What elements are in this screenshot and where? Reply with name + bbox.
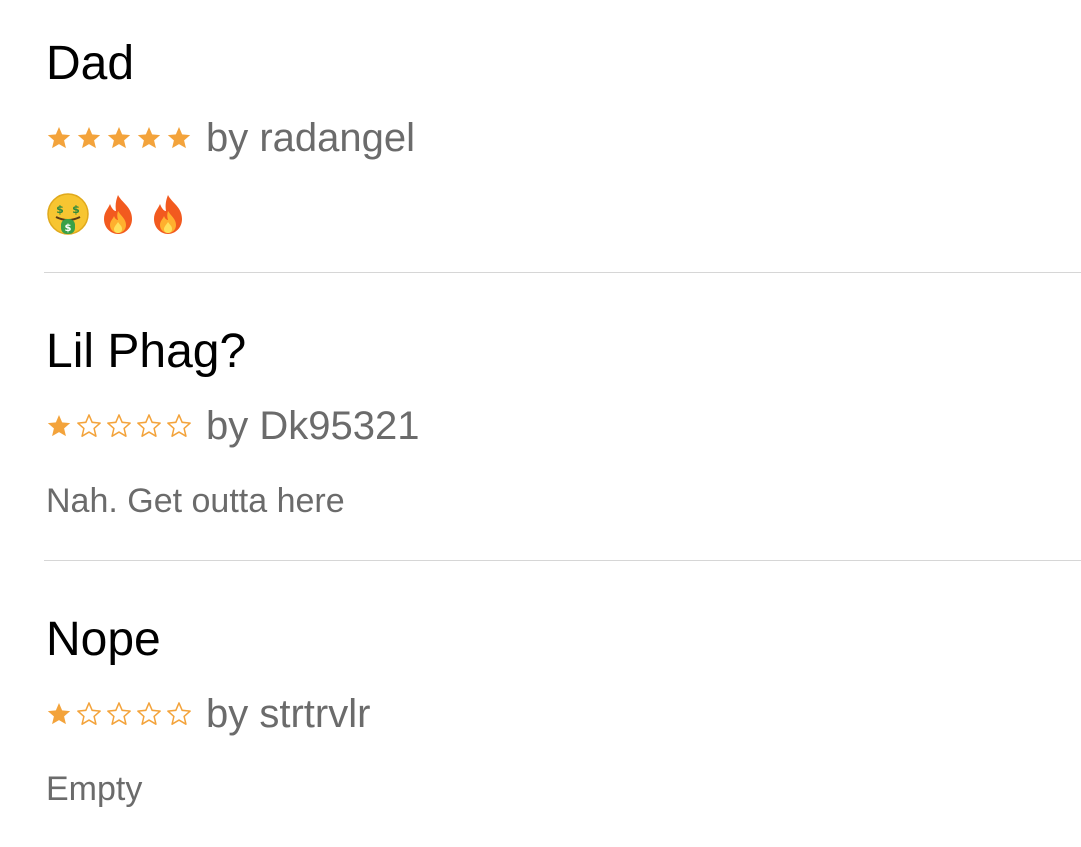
review-body: $ $ $ [46, 192, 196, 236]
star-filled-icon [107, 126, 131, 149]
svg-text:$: $ [65, 223, 72, 234]
review-body: Nah. Get outta here [46, 482, 345, 520]
star-filled-icon [47, 702, 71, 725]
review-rating-row: by radangel [46, 116, 415, 160]
star-empty-icon [107, 414, 131, 437]
review-author: by Dk95321 [206, 404, 420, 448]
star-rating [46, 413, 192, 439]
money-mouth-face-icon: $ $ $ [47, 193, 89, 235]
star-empty-icon [77, 702, 101, 725]
star-rating [46, 125, 192, 151]
fire-icon [104, 195, 132, 234]
review-author: by strtrvlr [206, 692, 371, 736]
star-empty-icon [167, 414, 191, 437]
review-title: Dad [46, 37, 135, 90]
star-empty-icon [77, 414, 101, 437]
star-filled-icon [47, 414, 71, 437]
review-title: Lil Phag? [46, 325, 247, 378]
divider [44, 272, 1081, 273]
star-empty-icon [137, 414, 161, 437]
review-list: Dad by radangel $ $ $ Lil Phag? by Dk953… [0, 0, 1081, 847]
star-filled-icon [77, 126, 101, 149]
fire-icon [154, 195, 182, 234]
review-title: Nope [46, 613, 161, 666]
star-empty-icon [107, 702, 131, 725]
svg-text:$: $ [72, 203, 80, 216]
review-rating-row: by strtrvlr [46, 692, 370, 736]
star-empty-icon [137, 702, 161, 725]
review-body: Empty [46, 770, 143, 808]
star-filled-icon [137, 126, 161, 149]
review-author: by radangel [206, 116, 416, 160]
star-filled-icon [167, 126, 191, 149]
divider [44, 560, 1081, 561]
review-rating-row: by Dk95321 [46, 404, 419, 448]
star-filled-icon [47, 126, 71, 149]
svg-text:$: $ [56, 203, 64, 216]
star-rating [46, 701, 192, 727]
star-empty-icon [167, 702, 191, 725]
